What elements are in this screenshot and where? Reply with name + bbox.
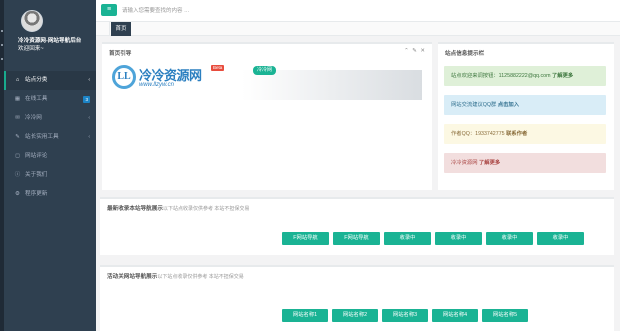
alert-link[interactable]: 了解更多 (552, 73, 573, 79)
site-link-button[interactable]: F网站导航 (333, 232, 380, 245)
sidebar-item-label: 站长实用工具 (25, 134, 59, 140)
site-link-button[interactable]: 网站名称4 (432, 309, 478, 322)
profile-subtitle: 欢迎回来~ (18, 46, 44, 52)
sidebar-item-about[interactable]: ⓘ 关于我们 (4, 166, 96, 185)
comment-icon: ◻ (15, 153, 20, 159)
info-icon: ⓘ (14, 172, 21, 178)
tab-home[interactable]: 首页 (111, 22, 131, 36)
site-link-button[interactable]: 收录中 (537, 232, 584, 245)
sidebar-item-lenglengwang[interactable]: ✉ 冷冷网 ‹ (4, 109, 96, 128)
site-link-button[interactable]: 网站名称5 (482, 309, 528, 322)
latest-listings-panel: 最新收录本站导航展示以下站点收录仅供参考 本站不担保交易 F网站导航 F网站导航… (100, 197, 614, 255)
site-link-button[interactable]: 网站名称3 (382, 309, 428, 322)
sidebar-item-label: 关于我们 (25, 172, 48, 178)
alert-text: 网站交流建议QQ群 (451, 102, 497, 108)
menu-toggle-button[interactable]: ≡ (101, 4, 117, 16)
sidebar-item-label: 在线工具 (25, 96, 48, 102)
grid-icon: ▦ (14, 96, 21, 102)
avatar[interactable] (21, 10, 43, 32)
site-pill-badge[interactable]: 冷冷网 (253, 66, 277, 75)
sidebar-item-webmaster-tools[interactable]: ✎ 站长实用工具 ‹ (4, 128, 96, 147)
active-listings-panel: 活动关网站导航展示以下站点收录仅供参考 本站不担保交易 网站名称1 网站名称2 … (100, 265, 614, 331)
sidebar-item-categories[interactable]: ⌂ 站点分类 ‹ (4, 71, 96, 90)
edge-dot (1, 30, 3, 32)
alert-text: 冷冷资源网 (451, 160, 478, 166)
panel-title: 活动关网站导航展示以下站点收录仅供参考 本站不担保交易 (107, 272, 244, 280)
logo-url: www.llzyw.cn (139, 82, 175, 88)
panel-title: 首页引导 (109, 51, 132, 57)
panel-title-text: 最新收录本站导航展示 (107, 206, 163, 212)
count-badge: 3 (83, 96, 90, 103)
alert-link[interactable]: 点击加入 (498, 102, 519, 108)
sidebar-nav: ⌂ 站点分类 ‹ ▦ 在线工具 3 ✉ 冷冷网 ‹ ✎ 站长实用工具 ‹ ◻ 网站评论 ⓘ… (4, 71, 96, 204)
alert-link[interactable]: 联系作者 (506, 131, 527, 137)
mail-icon: ✉ (15, 115, 20, 121)
notice-alert: 作者QQ：1933742775 联系作者 (444, 124, 606, 144)
site-link-button[interactable]: 收录中 (486, 232, 533, 245)
panel-title: 最新收录本站导航展示以下站点收录仅供参考 本站不担保交易 (107, 204, 249, 212)
sidebar-item-label: 程序更新 (25, 191, 48, 197)
beta-badge: Beta (211, 65, 225, 71)
sidebar: 冷冷资源网-网站导航后台 欢迎回来~ ⌂ 站点分类 ‹ ▦ 在线工具 3 ✉ 冷冷网 … (4, 0, 96, 331)
notice-panel: 站点信息提示栏 站点欢迎来调按钮：1125882222@qq.com 了解更多 … (438, 42, 614, 190)
notice-alert: 站点欢迎来调按钮：1125882222@qq.com 了解更多 (444, 66, 606, 86)
home-icon: ⌂ (15, 77, 20, 83)
sidebar-item-updates[interactable]: ⚙ 程序更新 (4, 185, 96, 204)
panel-tools-icons[interactable]: ⌃ ✎ ✕ (404, 48, 426, 54)
panel-title: 站点信息提示栏 (445, 51, 485, 57)
guide-panel: 首页引导 ⌃ ✎ ✕ LL 冷冷资源网 Beta www.llzyw.cn 冷冷… (102, 42, 432, 190)
sidebar-item-label: 网站评论 (25, 153, 48, 159)
site-link-button[interactable]: F网站导航 (282, 232, 329, 245)
site-link-button[interactable]: 网站名称1 (282, 309, 328, 322)
notice-alert: 冷冷资源网 了解更多 (444, 153, 606, 173)
search-input[interactable] (122, 5, 322, 17)
alert-text: 站点欢迎来调按钮：1125882222@qq.com (451, 73, 551, 79)
hamburger-icon: ≡ (106, 6, 112, 13)
chevron-left-icon: ‹ (88, 134, 90, 140)
gear-icon: ⚙ (15, 191, 20, 197)
notice-alert: 网站交流建议QQ群 点击加入 (444, 95, 606, 115)
tab-scroll-left-button[interactable] (96, 22, 110, 36)
alert-text: 作者QQ：1933742775 (451, 131, 505, 137)
panel-hint: 以下站点收录仅供参考 本站不担保交易 (162, 206, 250, 212)
alert-link[interactable]: 了解更多 (479, 160, 500, 166)
edge-dot (1, 58, 3, 60)
site-logo: LL 冷冷资源网 Beta www.llzyw.cn (112, 64, 225, 94)
sidebar-item-label: 站点分类 (25, 77, 48, 83)
edge-dot (1, 44, 3, 46)
sidebar-item-label: 冷冷网 (25, 115, 42, 121)
chevron-left-icon: ‹ (88, 115, 90, 121)
panel-title-text: 活动关网站导航展示 (107, 274, 158, 280)
sidebar-item-site-comments[interactable]: ◻ 网站评论 (4, 147, 96, 166)
site-link-button[interactable]: 网站名称2 (332, 309, 378, 322)
tabs-bar: 首页 (96, 22, 620, 36)
site-link-button[interactable]: 收录中 (384, 232, 431, 245)
edit-icon: ✎ (15, 134, 20, 140)
top-bar: ≡ (96, 0, 620, 22)
profile-name[interactable]: 冷冷资源网-网站导航后台 (18, 37, 96, 45)
site-link-button[interactable]: 收录中 (435, 232, 482, 245)
chevron-left-icon: ‹ (88, 77, 90, 83)
sidebar-item-online-tools[interactable]: ▦ 在线工具 3 (4, 90, 96, 109)
logo-mark: LL (112, 65, 136, 89)
panel-hint: 以下站点收录仅供参考 本站不担保交易 (157, 274, 244, 280)
